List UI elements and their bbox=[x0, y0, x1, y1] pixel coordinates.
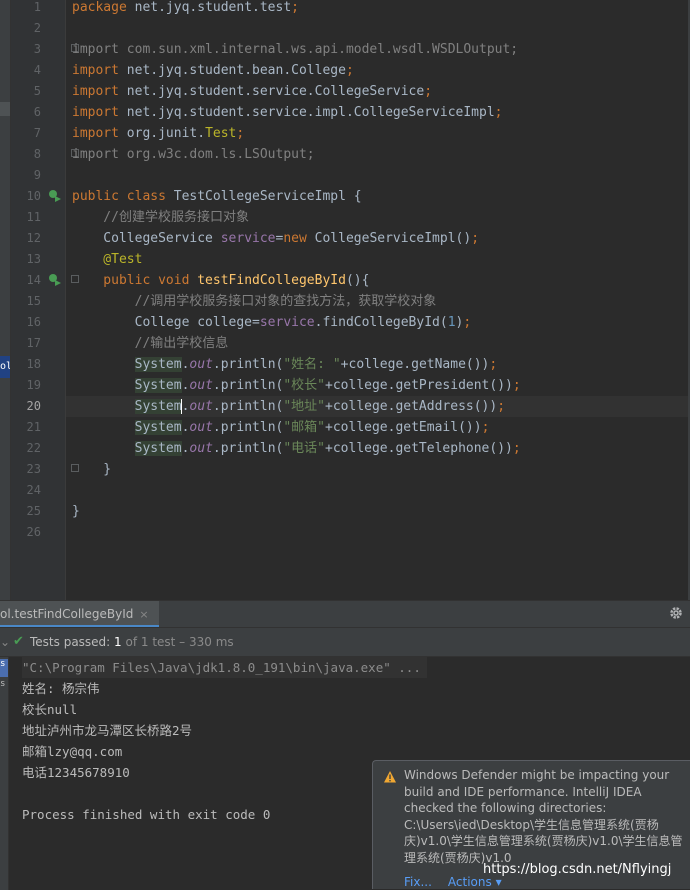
settings-icon[interactable] bbox=[668, 605, 684, 621]
code-line-18: System.out.println("姓名: "+college.getNam… bbox=[134, 357, 498, 372]
line-number: 18 bbox=[26, 357, 41, 371]
run-tab-bar: ol.testFindCollegeById × bbox=[0, 601, 690, 628]
code-line-25: } bbox=[72, 504, 80, 519]
line-number: 1 bbox=[33, 0, 41, 14]
console-line: 邮箱lzy@qq.com bbox=[22, 744, 123, 759]
line-number: 21 bbox=[26, 420, 41, 434]
line-number: 9 bbox=[33, 168, 41, 182]
actions-dropdown[interactable]: Actions ▾ bbox=[448, 875, 502, 889]
line-number: 2 bbox=[33, 21, 41, 35]
line-number: 25 bbox=[26, 504, 41, 518]
test-status-bar: ⌄ ✔ Tests passed: 1 of 1 test – 330 ms bbox=[0, 628, 690, 657]
console-line: 电话12345678910 bbox=[22, 765, 130, 780]
code-line-4: import net.jyq.student.bean.College; bbox=[72, 63, 354, 78]
tests-passed-label: Tests passed: 1 of 1 test – 330 ms bbox=[30, 635, 234, 649]
code-editor[interactable]: ol 1 2 3 4 5 6 7 8 9 10 11 12 13 14 15 1… bbox=[0, 0, 690, 600]
line-number: 4 bbox=[33, 63, 41, 77]
fix-link[interactable]: Fix... bbox=[404, 875, 432, 889]
line-number: 11 bbox=[26, 210, 41, 224]
code-line-21: System.out.println("邮箱"+college.getEmail… bbox=[134, 420, 490, 435]
project-tool-strip: ol bbox=[0, 0, 11, 600]
line-number: 24 bbox=[26, 483, 41, 497]
line-number: 15 bbox=[26, 294, 41, 308]
code-line-14: public void testFindCollegeById(){ bbox=[72, 273, 370, 288]
console-side-strip: s s bbox=[0, 657, 9, 890]
line-number: 8 bbox=[33, 147, 41, 161]
code-line-8: import org.w3c.dom.ls.LSOutput; bbox=[72, 147, 315, 162]
line-number: 3 bbox=[33, 42, 41, 56]
code-line-1: package net.jyq.student.test; bbox=[72, 0, 299, 15]
code-line-23: } bbox=[72, 462, 112, 477]
line-number: 10 bbox=[26, 189, 41, 203]
console-line: Process finished with exit code 0 bbox=[22, 807, 271, 822]
run-test-icon[interactable] bbox=[48, 189, 62, 203]
code-line-7: import org.junit.Test; bbox=[72, 126, 245, 141]
console-side-item[interactable]: s bbox=[0, 679, 8, 697]
warning-icon bbox=[383, 769, 399, 785]
line-number: 19 bbox=[26, 378, 41, 392]
project-item-label[interactable]: ol bbox=[0, 356, 10, 378]
line-number: 12 bbox=[26, 231, 41, 245]
console-command-line[interactable]: "C:\Program Files\Java\jdk1.8.0_191\bin\… bbox=[22, 657, 427, 678]
console-line: 地址泸州市龙马潭区长桥路2号 bbox=[22, 723, 193, 738]
strip-marker bbox=[0, 102, 10, 116]
run-tab-label: ol.testFindCollegeById bbox=[0, 607, 134, 621]
chevron-down-icon[interactable]: ⌄ bbox=[0, 628, 10, 656]
line-number: 23 bbox=[26, 462, 41, 476]
code-line-12: CollegeService service=new CollegeServic… bbox=[72, 231, 480, 246]
watermark-text: https://blog.csdn.net/Nflyingj bbox=[483, 862, 672, 877]
console-line: 校长null bbox=[22, 702, 78, 717]
line-number: 26 bbox=[26, 525, 41, 539]
console-line: 姓名: 杨宗伟 bbox=[22, 681, 100, 696]
run-tab[interactable]: ol.testFindCollegeById × bbox=[0, 601, 159, 627]
notification-text: Windows Defender might be impacting your… bbox=[404, 768, 683, 865]
line-number: 16 bbox=[26, 315, 41, 329]
code-line-5: import net.jyq.student.service.CollegeSe… bbox=[72, 84, 433, 99]
line-number: 6 bbox=[33, 105, 41, 119]
line-number: 17 bbox=[26, 336, 41, 350]
line-number: 5 bbox=[33, 84, 41, 98]
code-line-15: //调用学校服务接口对象的查找方法，获取学校对象 bbox=[72, 294, 437, 309]
code-line-13: @Test bbox=[72, 252, 143, 267]
code-line-3: import com.sun.xml.internal.ws.api.model… bbox=[72, 42, 519, 57]
line-number: 13 bbox=[26, 252, 41, 266]
check-icon: ✔ bbox=[13, 634, 24, 649]
code-line-20: System.out.println("地址"+college.getAddre… bbox=[134, 399, 506, 414]
code-line-19: System.out.println("校长"+college.getPresi… bbox=[134, 378, 521, 393]
close-icon[interactable]: × bbox=[139, 608, 148, 621]
console-side-item[interactable]: s bbox=[0, 659, 8, 677]
code-line-16: College college=service.findCollegeById(… bbox=[72, 315, 472, 330]
line-number-current: 20 bbox=[26, 399, 41, 413]
notification-actions: Fix... Actions ▾ bbox=[404, 875, 518, 889]
run-test-icon[interactable] bbox=[48, 273, 62, 287]
line-number: 7 bbox=[33, 126, 41, 140]
code-line-22: System.out.println("电话"+college.getTelep… bbox=[134, 441, 521, 456]
code-line-11: //创建学校服务接口对象 bbox=[72, 210, 249, 225]
code-line-6: import net.jyq.student.service.impl.Coll… bbox=[72, 105, 503, 120]
line-number-gutter: 1 2 3 4 5 6 7 8 9 10 11 12 13 14 15 16 1… bbox=[11, 0, 79, 600]
line-number: 14 bbox=[26, 273, 41, 287]
code-line-17: //输出学校信息 bbox=[72, 336, 229, 351]
line-number: 22 bbox=[26, 441, 41, 455]
code-line-10: public class TestCollegeServiceImpl { bbox=[72, 189, 362, 204]
